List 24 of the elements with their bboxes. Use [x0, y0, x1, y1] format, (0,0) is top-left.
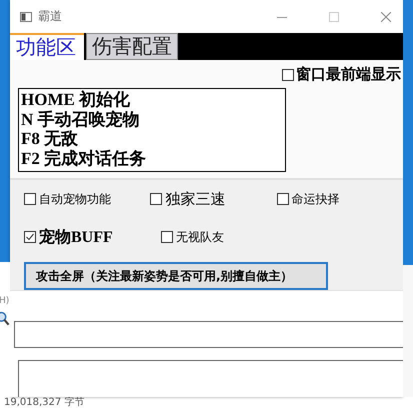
hotkey-line: F8 无敌	[21, 129, 80, 148]
checkbox[interactable]	[161, 231, 173, 243]
tab[interactable]: 伤害配置	[86, 33, 178, 60]
input-field[interactable]	[14, 321, 403, 348]
hotkey-line: F2 完成对话任务	[21, 148, 148, 168]
checkbox-label: 命运抉择	[292, 190, 340, 208]
checkbox-label: 无视队友	[176, 228, 224, 246]
hotkey-line: N 手动召唤宠物	[21, 110, 141, 129]
window-title: 霸道	[38, 8, 62, 25]
checkbox[interactable]	[24, 231, 36, 243]
checkbox-label: 自动宠物功能	[39, 190, 111, 208]
checkbox[interactable]	[150, 193, 162, 205]
hotkey-line: HOME 初始化	[21, 90, 132, 110]
menu-text: H)	[0, 296, 10, 306]
attack-button[interactable]: 攻击全屏（关注最新姿势是否可用,别擅自做主）	[24, 262, 328, 290]
checkbox[interactable]	[282, 68, 294, 80]
checkbox[interactable]	[276, 193, 289, 205]
close-icon[interactable]	[381, 12, 391, 22]
checkbox-label: 宠物BUFF	[39, 227, 113, 248]
tab[interactable]: 功能区	[10, 33, 84, 60]
checkbox-label: 独家三速	[165, 190, 226, 208]
window-icon	[20, 12, 32, 22]
hotkey-text-box[interactable]: HOME 初始化 N 手动召唤宠物 F8 无敌 F2 完成对话任务	[18, 88, 286, 172]
checkbox[interactable]	[24, 193, 36, 205]
